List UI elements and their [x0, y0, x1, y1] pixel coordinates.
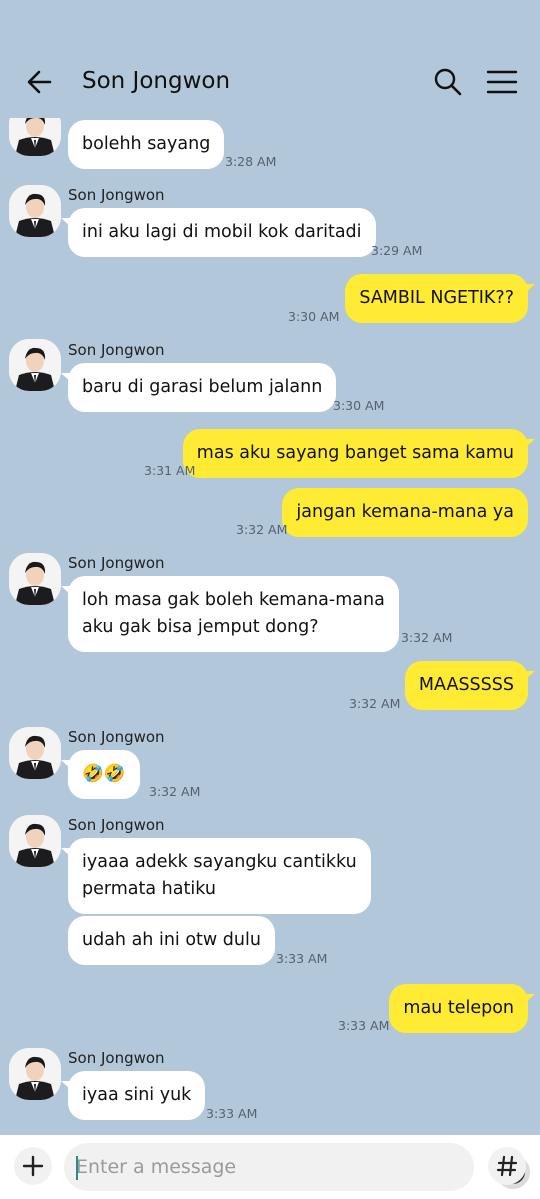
avatar-image: [9, 1048, 61, 1100]
message-bubble[interactable]: SAMBIL NGETIK??: [345, 274, 535, 323]
message-bubble[interactable]: MAASSSSS: [404, 661, 536, 710]
sender-name: Son Jongwon: [68, 341, 165, 359]
hamburger-menu-icon[interactable]: [484, 64, 520, 100]
message-bubble[interactable]: udah ah ini otw dulu: [68, 916, 275, 965]
message-line: permata hatiku: [82, 879, 216, 899]
message-time: 3:32 AM: [236, 522, 288, 537]
message-line: iyaaa adekk sayangku cantikku: [82, 852, 357, 872]
message-time: 3:31 AM: [144, 463, 196, 478]
avatar-image: [9, 339, 61, 391]
message-bubble[interactable]: ini aku lagi di mobil kok daritadi: [61, 208, 376, 257]
avatar[interactable]: [9, 185, 61, 237]
hash-icon[interactable]: [488, 1147, 526, 1185]
message-time: 3:33 AM: [338, 1018, 390, 1033]
avatar[interactable]: [9, 1048, 61, 1100]
avatar[interactable]: [9, 815, 61, 867]
avatar-image: [9, 815, 61, 867]
message-time: 3:30 AM: [333, 398, 385, 413]
message-time: 3:28 AM: [225, 154, 277, 169]
message-bubble[interactable]: iyaa sini yuk: [60, 1071, 206, 1120]
message-time: 3:30 AM: [288, 309, 340, 324]
message-bubble[interactable]: jangan kemana-mana ya: [282, 488, 528, 537]
message-bubble[interactable]: 🤣🤣: [61, 750, 140, 799]
plus-icon[interactable]: [14, 1147, 52, 1185]
sender-name: Son Jongwon: [68, 186, 165, 204]
page-title: Son Jongwon: [82, 68, 231, 94]
message-bubble[interactable]: mas aku sayang banget sama kamu: [182, 429, 536, 478]
message-bubble[interactable]: iyaaa adekk sayangku cantikku permata ha…: [61, 838, 371, 914]
message-time: 3:29 AM: [371, 243, 423, 258]
message-input-container[interactable]: [64, 1143, 530, 1191]
message-line: aku gak bisa jemput dong?: [82, 617, 319, 637]
message-line: loh masa gak boleh kemana-mana: [82, 590, 385, 610]
avatar-image: [9, 727, 61, 779]
avatar[interactable]: [9, 339, 61, 391]
chat-area[interactable]: bolehh sayang 3:28 AM Son Jongwon ini ak…: [0, 0, 540, 1135]
message-time: 3:32 AM: [149, 784, 201, 799]
message-bubble[interactable]: baru di garasi belum jalann: [60, 363, 337, 412]
sender-name: Son Jongwon: [68, 1049, 165, 1067]
message-time: 3:33 AM: [276, 951, 328, 966]
message-time: 3:33 AM: [206, 1106, 258, 1121]
chat-header: Son Jongwon: [0, 0, 540, 118]
message-bubble[interactable]: loh masa gak boleh kemana-mana aku gak b…: [61, 576, 399, 652]
message-input[interactable]: [76, 1149, 426, 1185]
avatar-image: [9, 185, 61, 237]
search-icon[interactable]: [430, 64, 466, 100]
sender-name: Son Jongwon: [68, 816, 165, 834]
avatar[interactable]: [9, 553, 61, 605]
sender-name: Son Jongwon: [68, 728, 165, 746]
message-bubble[interactable]: mau telepon: [389, 984, 535, 1033]
avatar[interactable]: [9, 727, 61, 779]
back-arrow-icon[interactable]: [22, 64, 58, 100]
text-caret: [76, 1156, 78, 1180]
message-bubble[interactable]: bolehh sayang: [68, 120, 225, 169]
message-time: 3:32 AM: [349, 696, 401, 711]
sender-name: Son Jongwon: [68, 554, 165, 572]
composer-bar: [0, 1135, 540, 1199]
message-time: 3:32 AM: [401, 630, 453, 645]
avatar-image: [9, 553, 61, 605]
